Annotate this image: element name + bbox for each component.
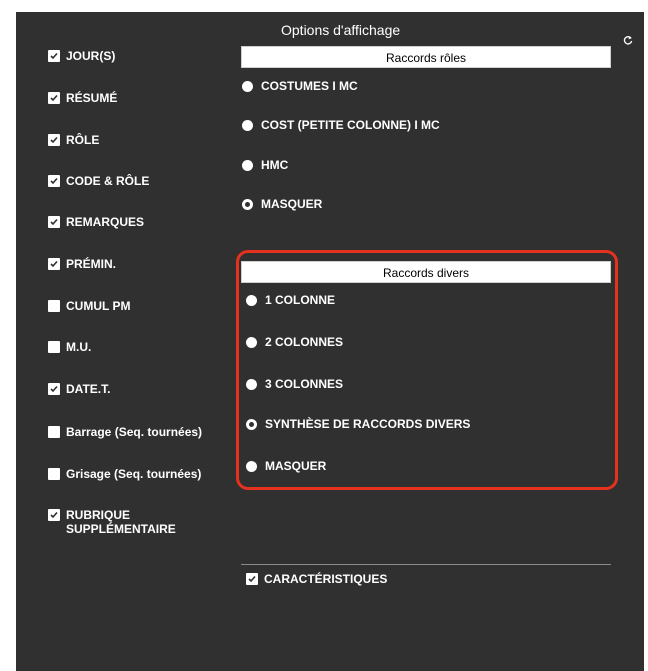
- checkbox-icon[interactable]: [246, 573, 258, 585]
- checkbox-cumul-pm[interactable]: CUMUL PM: [48, 299, 130, 313]
- checkbox-label: REMARQUES: [66, 215, 145, 229]
- checkbox-label-line2: SUPPLÉMENTAIRE: [66, 522, 176, 536]
- checkbox-label: CODE & RÔLE: [66, 174, 150, 188]
- radio-costumes-mc[interactable]: COSTUMES I MC: [242, 79, 358, 93]
- radio-synthese-raccords-divers[interactable]: SYNTHÈSE DE RACCORDS DIVERS: [246, 417, 470, 431]
- checkbox-icon[interactable]: [48, 175, 60, 187]
- checkbox-barrage[interactable]: Barrage (Seq. tournées): [48, 425, 202, 439]
- checkbox-date-t[interactable]: DATE.T.: [48, 382, 110, 396]
- checkbox-resume[interactable]: RÉSUMÉ: [48, 91, 117, 105]
- checkbox-label: CUMUL PM: [66, 299, 131, 313]
- radio-cost-petite-colonne[interactable]: COST (PETITE COLONNE) I MC: [242, 118, 440, 132]
- checkbox-rubrique-supplementaire[interactable]: RUBRIQUE SUPPLÉMENTAIRE: [48, 508, 176, 536]
- radio-icon[interactable]: [246, 378, 257, 390]
- panel-title: Options d'affichage: [281, 22, 401, 38]
- checkbox-code-role[interactable]: CODE & RÔLE: [48, 174, 149, 188]
- radio-masquer-roles[interactable]: MASQUER: [242, 197, 322, 211]
- checkbox-label: RÔLE: [66, 133, 100, 147]
- radio-icon[interactable]: [242, 119, 253, 131]
- checkbox-label: PRÉMIN.: [66, 257, 117, 271]
- radio-label: COST (PETITE COLONNE) I MC: [261, 118, 440, 132]
- checkbox-icon[interactable]: [48, 92, 60, 104]
- checkbox-label: CARACTÉRISTIQUES: [264, 572, 388, 586]
- radio-3-colonnes[interactable]: 3 COLONNES: [246, 377, 343, 391]
- radio-icon[interactable]: [242, 80, 253, 92]
- refresh-icon[interactable]: [623, 35, 633, 45]
- radio-label: MASQUER: [265, 459, 327, 473]
- raccords-roles-header: Raccords rôles: [241, 46, 611, 68]
- checkbox-jours[interactable]: JOUR(S): [48, 49, 115, 63]
- checkbox-label: RUBRIQUE SUPPLÉMENTAIRE: [66, 508, 176, 536]
- checkbox-icon[interactable]: [48, 426, 60, 438]
- checkbox-icon[interactable]: [48, 468, 60, 480]
- checkbox-icon[interactable]: [48, 341, 60, 353]
- radio-label: SYNTHÈSE DE RACCORDS DIVERS: [265, 417, 471, 431]
- checkbox-icon[interactable]: [48, 50, 60, 62]
- checkbox-role[interactable]: RÔLE: [48, 133, 99, 147]
- radio-label: 2 COLONNES: [265, 335, 344, 349]
- checkbox-icon[interactable]: [48, 383, 60, 395]
- checkbox-label: Grisage (Seq. tournées): [66, 467, 202, 481]
- checkbox-icon[interactable]: [48, 134, 60, 146]
- display-options-panel: Options d'affichage JOUR(S) RÉSUMÉ RÔLE …: [16, 12, 644, 671]
- radio-masquer-divers[interactable]: MASQUER: [246, 459, 326, 473]
- checkbox-mu[interactable]: M.U.: [48, 340, 91, 354]
- radio-icon[interactable]: [242, 198, 253, 210]
- checkbox-remarques[interactable]: REMARQUES: [48, 215, 144, 229]
- checkbox-label: DATE.T.: [66, 382, 111, 396]
- radio-label: MASQUER: [261, 197, 323, 211]
- radio-label: HMC: [261, 158, 289, 172]
- raccords-divers-header: Raccords divers: [241, 261, 611, 283]
- checkbox-icon[interactable]: [48, 509, 60, 521]
- radio-hmc[interactable]: HMC: [242, 158, 288, 172]
- checkbox-label: Barrage (Seq. tournées): [66, 425, 203, 439]
- radio-icon[interactable]: [246, 418, 257, 430]
- radio-label: 1 COLONNE: [265, 293, 336, 307]
- highlight-box: [236, 250, 618, 490]
- checkbox-icon[interactable]: [48, 258, 60, 270]
- checkbox-label-line1: RUBRIQUE: [66, 508, 131, 522]
- radio-icon[interactable]: [246, 460, 257, 472]
- radio-label: COSTUMES I MC: [261, 79, 358, 93]
- radio-icon[interactable]: [242, 159, 253, 171]
- checkbox-label: M.U.: [66, 340, 92, 354]
- checkbox-icon[interactable]: [48, 216, 60, 228]
- radio-2-colonnes[interactable]: 2 COLONNES: [246, 335, 343, 349]
- radio-icon[interactable]: [246, 336, 257, 348]
- checkbox-premin[interactable]: PRÉMIN.: [48, 257, 116, 271]
- radio-label: 3 COLONNES: [265, 377, 344, 391]
- divider: [241, 564, 611, 565]
- checkbox-label: JOUR(S): [66, 49, 116, 63]
- radio-icon[interactable]: [246, 294, 257, 306]
- checkbox-icon[interactable]: [48, 300, 60, 312]
- radio-1-colonne[interactable]: 1 COLONNE: [246, 293, 335, 307]
- checkbox-label: RÉSUMÉ: [66, 91, 118, 105]
- checkbox-caracteristiques[interactable]: CARACTÉRISTIQUES: [246, 572, 387, 586]
- checkbox-grisage[interactable]: Grisage (Seq. tournées): [48, 467, 201, 481]
